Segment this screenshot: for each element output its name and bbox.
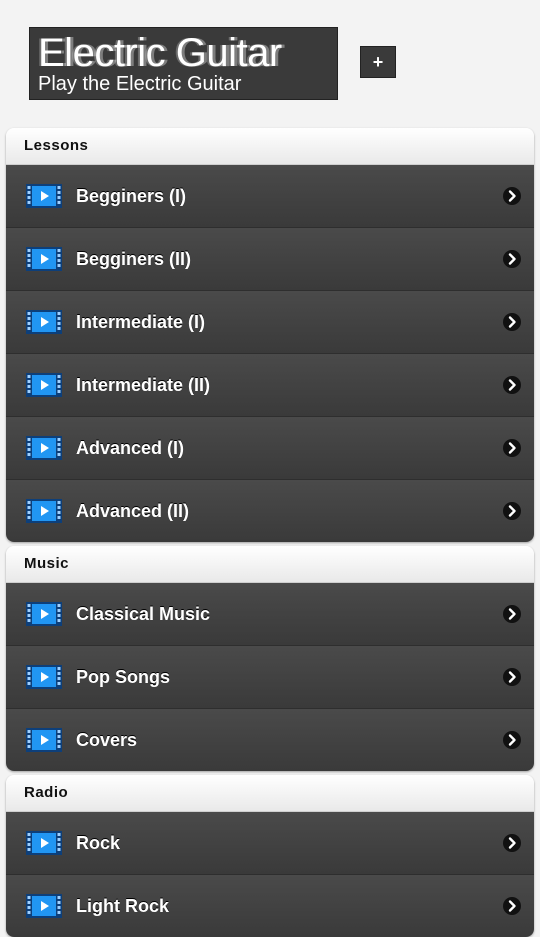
add-button[interactable]: + — [360, 46, 396, 78]
video-play-icon — [26, 894, 62, 918]
list-item-label: Advanced (I) — [76, 438, 185, 458]
list-item-label: Classical Music — [76, 604, 211, 624]
section-header: Radio — [6, 775, 534, 812]
list-item-label: Intermediate (II) — [76, 375, 211, 395]
chevron-right-icon[interactable] — [502, 667, 522, 687]
list-item-label: Intermediate (I) — [76, 312, 206, 332]
app-header: Electric Guitar Play the Electric Guitar… — [0, 0, 540, 128]
video-play-icon — [26, 373, 62, 397]
list-item[interactable]: Begginers (I) — [6, 165, 534, 228]
chevron-right-icon[interactable] — [502, 501, 522, 521]
chevron-right-icon[interactable] — [502, 312, 522, 332]
list-item[interactable]: Classical Music — [6, 583, 534, 646]
chevron-right-icon[interactable] — [502, 833, 522, 853]
chevron-right-icon[interactable] — [502, 438, 522, 458]
list-item[interactable]: Advanced (I) — [6, 417, 534, 480]
section-music: Music Classical Music Pop Songs Covers — [6, 546, 534, 771]
video-play-icon — [26, 184, 62, 208]
video-play-icon — [26, 247, 62, 271]
chevron-right-icon[interactable] — [502, 604, 522, 624]
section-lessons: Lessons Begginers (I) Begginers (II) Interm… — [6, 128, 534, 542]
list-item[interactable]: Rock — [6, 812, 534, 875]
app-title: Electric Guitar — [38, 31, 282, 75]
list-item-label: Begginers (II) — [76, 249, 192, 269]
list-item-label: Rock — [76, 833, 121, 853]
chevron-right-icon[interactable] — [502, 375, 522, 395]
video-play-icon — [26, 602, 62, 626]
section-radio: Radio Rock Light Rock — [6, 775, 534, 937]
video-play-icon — [26, 310, 62, 334]
chevron-right-icon[interactable] — [502, 896, 522, 916]
list-item[interactable]: Begginers (II) — [6, 228, 534, 291]
app-subtitle: Play the Electric Guitar — [38, 73, 242, 95]
chevron-right-icon[interactable] — [502, 730, 522, 750]
list-item[interactable]: Pop Songs — [6, 646, 534, 709]
list-item[interactable]: Intermediate (II) — [6, 354, 534, 417]
section-header: Lessons — [6, 128, 534, 165]
list-item-label: Covers — [76, 730, 138, 750]
video-play-icon — [26, 499, 62, 523]
video-play-icon — [26, 728, 62, 752]
video-play-icon — [26, 831, 62, 855]
section-header: Music — [6, 546, 534, 583]
list-item-label: Light Rock — [76, 896, 169, 916]
chevron-right-icon[interactable] — [502, 186, 522, 206]
section-list: Lessons Begginers (I) Begginers (II) Interm… — [0, 128, 540, 937]
list-item[interactable]: Light Rock — [6, 875, 534, 937]
video-play-icon — [26, 436, 62, 460]
app-logo: Electric Guitar Play the Electric Guitar — [29, 27, 338, 100]
list-item-label: Pop Songs — [76, 667, 170, 687]
list-item[interactable]: Advanced (II) — [6, 480, 534, 542]
list-item[interactable]: Covers — [6, 709, 534, 771]
list-item[interactable]: Intermediate (I) — [6, 291, 534, 354]
list-item-label: Advanced (II) — [76, 501, 190, 521]
chevron-right-icon[interactable] — [502, 249, 522, 269]
list-item-label: Begginers (I) — [76, 186, 187, 206]
video-play-icon — [26, 665, 62, 689]
